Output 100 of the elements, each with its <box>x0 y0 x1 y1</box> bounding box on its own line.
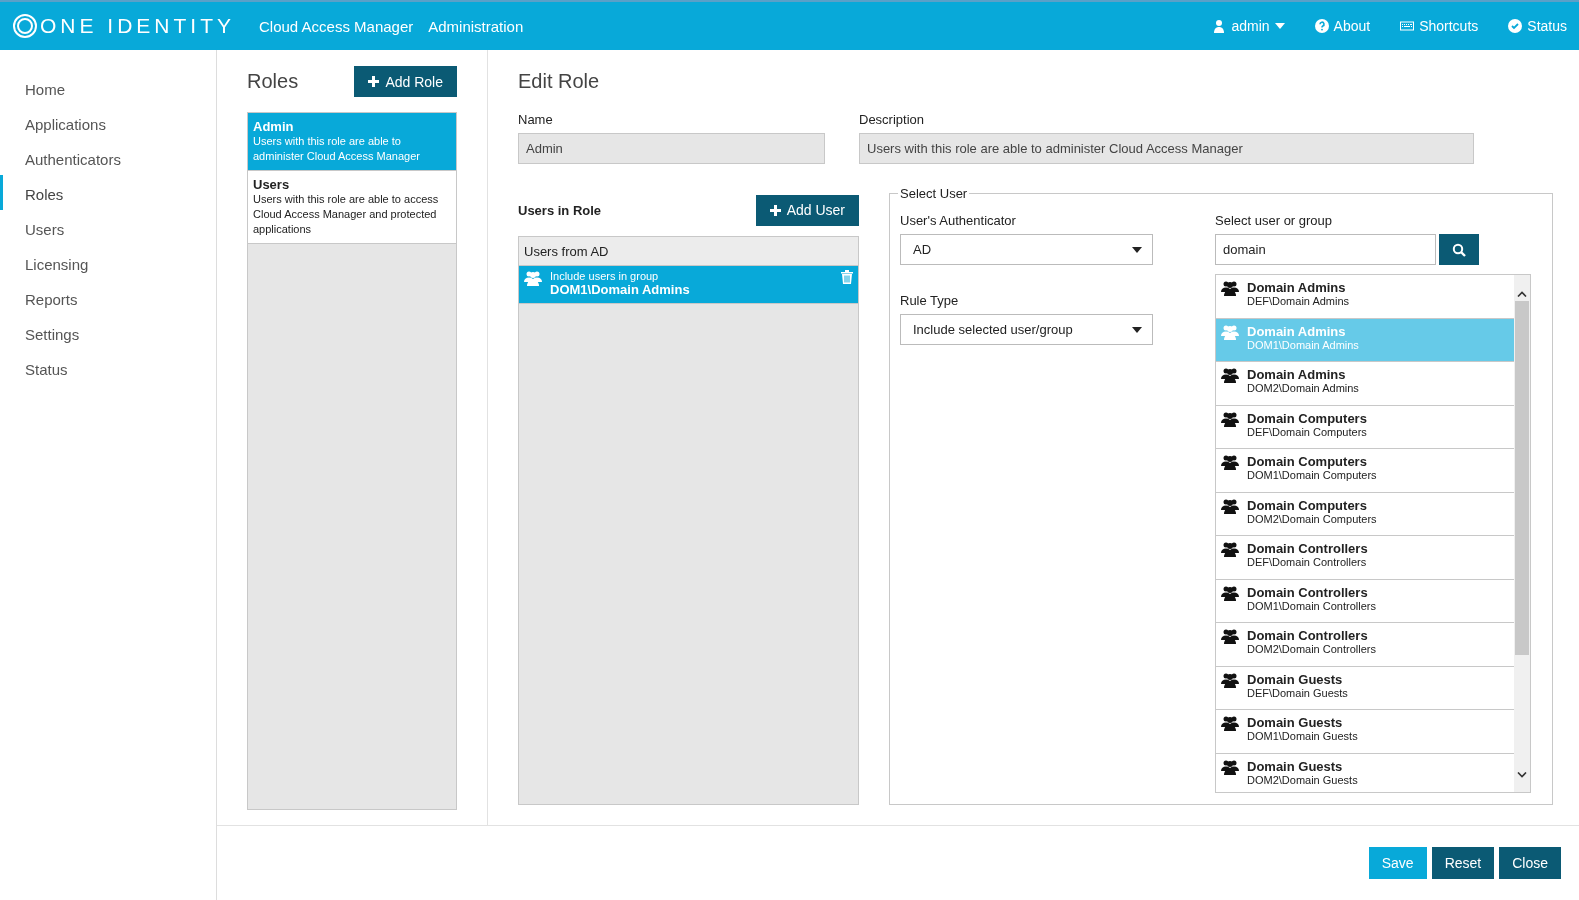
result-path: DOM1\Domain Admins <box>1247 338 1359 351</box>
result-name: Domain Admins <box>1247 280 1347 295</box>
scrollbar[interactable] <box>1514 275 1530 792</box>
result-name: Domain Guests <box>1247 671 1344 687</box>
sidebar-item[interactable]: Status <box>0 350 216 385</box>
result-item[interactable]: Domain Controllers DOM2\Domain Controllers <box>1216 623 1514 667</box>
add-user-button[interactable]: Add User <box>755 194 859 226</box>
scrollbar-thumb[interactable] <box>1515 301 1529 655</box>
plus-icon <box>769 204 781 216</box>
user-icon <box>1212 19 1227 33</box>
result-path: DEF\Domain Guests <box>1247 686 1348 699</box>
result-item[interactable]: Domain Computers DOM2\Domain Computers <box>1216 492 1514 536</box>
result-path: DOM2\Domain Computers <box>1247 512 1377 525</box>
chevron-up-icon <box>1517 291 1527 297</box>
sidebar-item[interactable]: Home <box>0 70 216 105</box>
rule-type-dropdown[interactable]: Include selected user/group <box>900 314 1153 345</box>
result-name: Domain Computers <box>1247 454 1368 469</box>
people-icon <box>1221 584 1239 601</box>
caret-icon <box>1132 326 1142 333</box>
sidebar-item[interactable]: Applications <box>0 105 216 140</box>
app-title: Cloud Access Manager <box>259 17 414 35</box>
result-path: DOM2\Domain Controllers <box>1247 643 1376 655</box>
people-icon <box>1221 410 1239 427</box>
help-icon <box>1314 19 1329 33</box>
description-field[interactable]: Users with this role are able to administer Cloud Access Manager <box>859 133 1474 164</box>
caret-icon <box>1274 23 1285 29</box>
result-path: DOM1\Domain Controllers <box>1247 599 1376 612</box>
role-name: Admin <box>253 119 295 134</box>
result-name: Domain Computers <box>1247 410 1367 426</box>
rule-text: Include users in group <box>550 270 660 282</box>
people-icon <box>1221 323 1239 340</box>
result-item[interactable]: Domain Controllers DEF\Domain Controllers <box>1216 536 1514 580</box>
pane-title: Roles <box>247 70 299 93</box>
result-item[interactable]: Domain Guests DOM1\Domain Guests <box>1216 710 1514 754</box>
result-path: DOM2\Domain Admins <box>1247 382 1359 394</box>
search-field[interactable]: domain <box>1215 234 1436 265</box>
trash-icon <box>841 270 853 284</box>
role-description: Users with this role are able to administer Cloud Access Manager <box>253 134 421 164</box>
authenticator-dropdown[interactable]: AD <box>900 234 1153 265</box>
result-name: Domain Guests <box>1247 758 1344 774</box>
search-icon <box>1452 242 1466 257</box>
field-label: Name <box>518 112 554 127</box>
result-item[interactable]: Domain Admins DOM2\Domain Admins <box>1216 362 1514 406</box>
result-path: DOM1\Domain Computers <box>1247 469 1377 481</box>
role-description: Users with this role are able to access Cloud Access Manager and protected applications <box>253 192 440 237</box>
result-path: DEF\Domain Computers <box>1247 425 1367 438</box>
result-path: DOM2\Domain Guests <box>1247 773 1358 786</box>
sidebar-item[interactable]: Users <box>0 210 216 245</box>
result-item[interactable]: Domain Controllers DOM1\Domain Controllers <box>1216 579 1514 623</box>
people-icon <box>1221 758 1239 775</box>
field-label: User's Authenticator <box>900 213 1017 228</box>
sidebar-item[interactable]: Authenticators <box>0 140 216 175</box>
result-name: Domain Guests <box>1247 715 1344 730</box>
check-circle-icon <box>1508 19 1523 33</box>
footer-button[interactable]: Close <box>1499 847 1561 879</box>
chevron-down-icon <box>1517 772 1527 778</box>
result-item[interactable]: Domain Computers DOM1\Domain Computers <box>1216 449 1514 493</box>
pane-title: Edit Role <box>518 70 600 93</box>
result-path: DOM1\Domain Guests <box>1247 730 1358 742</box>
people-icon <box>1221 367 1239 383</box>
panel-legend: Select User <box>898 186 970 201</box>
people-icon <box>1221 497 1239 514</box>
ring-logo-icon <box>12 13 38 39</box>
result-path: DEF\Domain Controllers <box>1247 556 1368 568</box>
footer-button[interactable]: Reset <box>1431 847 1495 879</box>
people-icon <box>1221 628 1239 644</box>
section-title: Administration <box>428 17 524 35</box>
result-name: Domain Computers <box>1247 497 1368 513</box>
sidebar-item[interactable]: Licensing <box>0 245 216 280</box>
role-name: Users <box>253 177 291 192</box>
people-icon <box>524 270 542 286</box>
logo-text: ONE IDENTITY <box>40 14 235 38</box>
field-label: Description <box>859 112 926 127</box>
people-icon <box>1221 671 1239 688</box>
field-label: Select user or group <box>1215 213 1334 228</box>
result-item[interactable]: Domain Admins DEF\Domain Admins <box>1216 275 1514 319</box>
result-item[interactable]: Domain Computers DEF\Domain Computers <box>1216 405 1514 449</box>
role-item[interactable]: Users Users with this role are able to access Cloud Access Manager and protected applications <box>248 171 456 244</box>
sidebar-item[interactable]: Settings <box>0 315 216 350</box>
result-name: Domain Admins <box>1247 323 1347 339</box>
name-field[interactable]: Admin <box>518 133 825 164</box>
field-label: Rule Type <box>900 293 960 308</box>
people-icon <box>1221 541 1239 557</box>
search-button[interactable] <box>1439 234 1479 265</box>
add-role-button[interactable]: Add Role <box>354 66 457 97</box>
people-icon <box>1221 454 1239 470</box>
sidebar-item[interactable]: Reports <box>0 280 216 315</box>
plus-icon <box>368 76 380 87</box>
caret-icon <box>1132 246 1142 253</box>
result-name: Domain Controllers <box>1247 628 1369 643</box>
keyboard-icon <box>1400 19 1415 33</box>
people-icon <box>1221 280 1239 296</box>
group-header: Users from AD <box>519 237 858 266</box>
result-item[interactable]: Domain Guests DEF\Domain Guests <box>1216 666 1514 710</box>
result-path: DEF\Domain Admins <box>1247 295 1350 307</box>
people-icon <box>1221 715 1239 731</box>
section-label: Users in Role <box>518 202 602 218</box>
member-name: DOM1\Domain Admins <box>550 282 690 297</box>
sidebar-item[interactable]: Roles <box>0 175 216 210</box>
result-name: Domain Controllers <box>1247 541 1368 556</box>
